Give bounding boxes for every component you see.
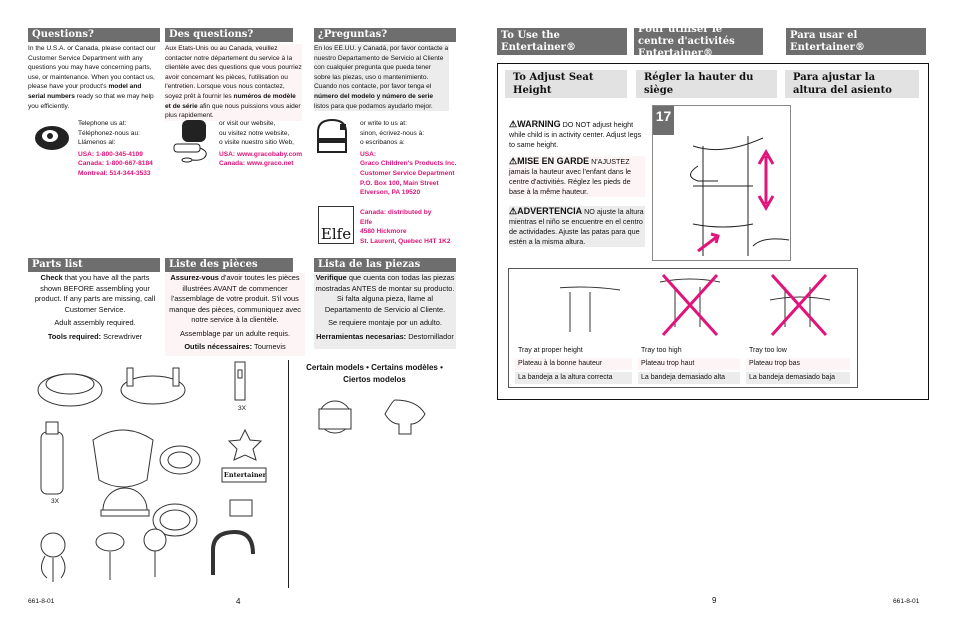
tray-high-en: Tray too high [641,347,682,354]
computer-icon [173,120,207,163]
questions-header-fr: Des questions? [165,28,293,42]
tray-part [120,367,186,405]
certain-models-label: Certain models • Certains modèles • Cier… [306,363,443,384]
warning-fr: ⚠MISE EN GARDE N'AJUSTEZ jamais la haute… [509,156,645,197]
mail-info: or write to us at: sinon, écrivez-nous à:… [360,120,457,197]
bottle-part [40,421,64,495]
telephone-icon [35,126,69,150]
parts-header-es: Lista de las piezas [314,258,456,272]
use-header-fr: Pour utiliser le centre d'activités Ente… [634,24,763,59]
phone-canada[interactable]: Canada: 1-800-667-8184 [78,159,153,169]
warning-icon: ⚠ [509,206,518,216]
certain-models-illustrations [318,399,426,435]
questions-body-es: En los EE.UU. y Canadá, por favor contac… [314,44,449,112]
leg-part [234,361,246,401]
web-info: or visit our website, ou visitez notre we… [219,120,303,169]
phone-usa[interactable]: USA: 1-800-345-4109 [78,150,153,160]
footer-code-left: 661-8-01 [28,598,55,605]
website-usa-link[interactable]: USA: www.gracobaby.com [219,150,302,160]
questions-header-es: ¿Preguntas? [314,28,456,42]
star-part [227,428,263,461]
divider [288,360,289,588]
entertainer-label: Entertainer [223,471,267,479]
elfe-logo: Elfe [318,206,354,244]
tray-low-en: Tray too low [749,347,787,354]
parts-body-en: Check that you have all the parts shown … [34,273,156,341]
parts-body-fr: Assurez-vous d'avoir toutes les pièces i… [165,273,305,356]
seat-height-header-en: To Adjust Seat Height [505,70,627,98]
footer-code-right: 661-8-01 [893,598,920,605]
ring-part [159,445,201,475]
fish-toy [95,532,125,580]
tray-proper-fr: Plateau à la bonne hauteur [515,358,632,370]
mirror-part [229,499,253,517]
tray-height-illustrations [560,273,831,337]
questions-body-fr: Aux Etats-Unis ou au Canada, veuillez co… [165,44,302,121]
page-number-right: 9 [712,596,717,605]
dome-part [100,487,150,517]
step-17-illustration: 17 [652,105,791,261]
quantity-3x-bottle: 3X [51,498,60,505]
website-canada-link[interactable]: Canada: www.graco.net [219,159,302,169]
mailbox-icon [317,118,347,153]
phone-info: Telephone us at: Téléphonez-nous au: Lláme… [78,120,153,179]
page-number-left: 4 [236,597,241,606]
tray-proper-figure [560,286,621,332]
tray-low-fr: Plateau trop bas [746,358,850,370]
warning-en: ⚠WARNING DO NOT adjust height while chil… [509,119,642,149]
warning-icon: ⚠ [509,156,518,166]
quantity-3x-leg: 3X [238,405,247,412]
tray-high-fr: Plateau trop haut [638,358,740,370]
warning-icon: ⚠ [509,119,518,129]
parts-header-en: Parts list [28,258,160,272]
tray-proper-en: Tray at proper height [518,347,583,354]
seat-height-header-es: Para ajustar la altura del asiento [785,70,919,98]
tray-low-es: La bandeja demasiado baja [746,372,850,384]
seat-height-header-fr: Régler la hauter du siège [636,70,777,98]
questions-body-en: In the U.S.A. or Canada, please contact … [28,45,156,110]
parts-body-es: Verifique que cuenta con todas las pieza… [314,273,456,349]
ball-toy [143,528,167,577]
questions-header-en: Questions? [28,28,160,42]
faucet-toy [211,529,255,575]
phone-montreal[interactable]: Montreal: 514-344-3533 [78,169,153,179]
tray-low-figure [769,273,831,337]
parts-header-fr: Liste des pièces [165,258,293,272]
tray-high-figure [659,273,721,337]
octopus-toy [40,532,66,582]
warning-es: ⚠ADVERTENCIA NO ajuste la altura mientra… [509,206,645,247]
base-part [37,373,103,407]
tray-high-es: La bandeja demasiado alta [638,372,740,384]
tray-proper-es: La bandeja a la altura correcta [515,372,632,384]
seat-part [92,429,154,488]
use-header-en: To Use the Entertainer® [497,28,627,55]
canada-distributor: Canada: distributed by Elfe 4580 Hickmor… [360,209,451,245]
use-header-es: Para usar el Entertainer® [786,28,926,55]
